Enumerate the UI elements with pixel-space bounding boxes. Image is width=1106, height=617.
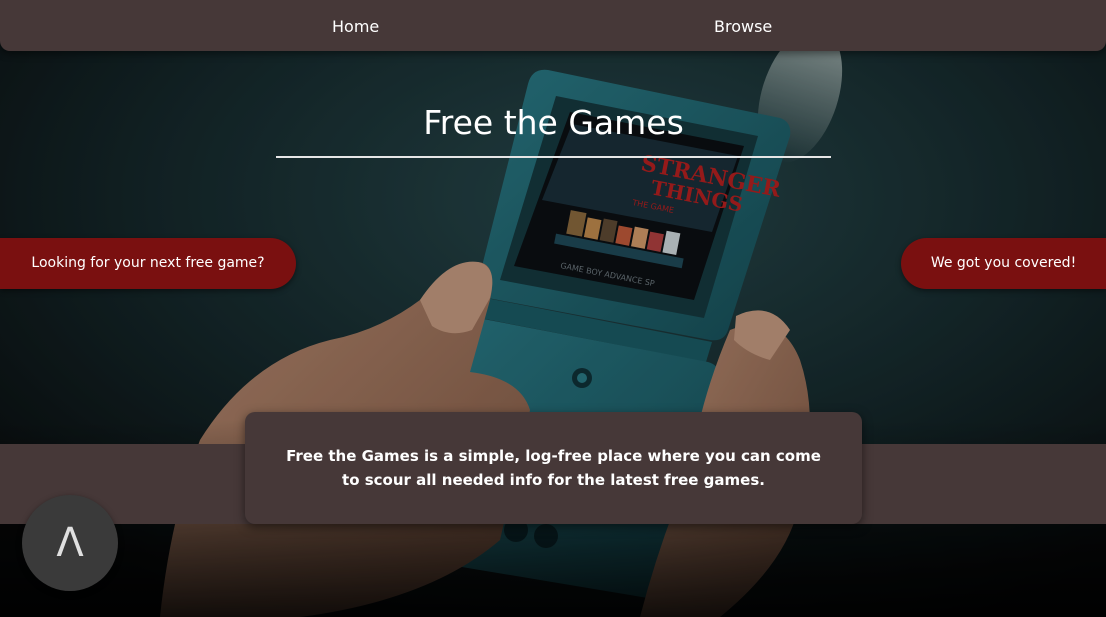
page: STRANGER THINGS THE GAME GAME BOY ADVANC… <box>0 0 1106 617</box>
caret-up-icon: Λ <box>56 520 84 566</box>
about-card: Free the Games is a simple, log-free pla… <box>245 412 862 524</box>
nav-home-link[interactable]: Home <box>332 17 379 37</box>
nav-browse-link[interactable]: Browse <box>714 17 772 37</box>
tagline-left-pill: Looking for your next free game? <box>0 238 296 289</box>
background-shade <box>0 0 1106 617</box>
title-divider <box>276 156 831 158</box>
tagline-right-pill: We got you covered! <box>901 238 1106 289</box>
scroll-to-top-button[interactable]: Λ <box>22 495 118 591</box>
top-navbar: Home Browse <box>0 0 1106 51</box>
page-title: Free the Games <box>423 103 684 142</box>
about-text: Free the Games is a simple, log-free pla… <box>286 447 821 489</box>
